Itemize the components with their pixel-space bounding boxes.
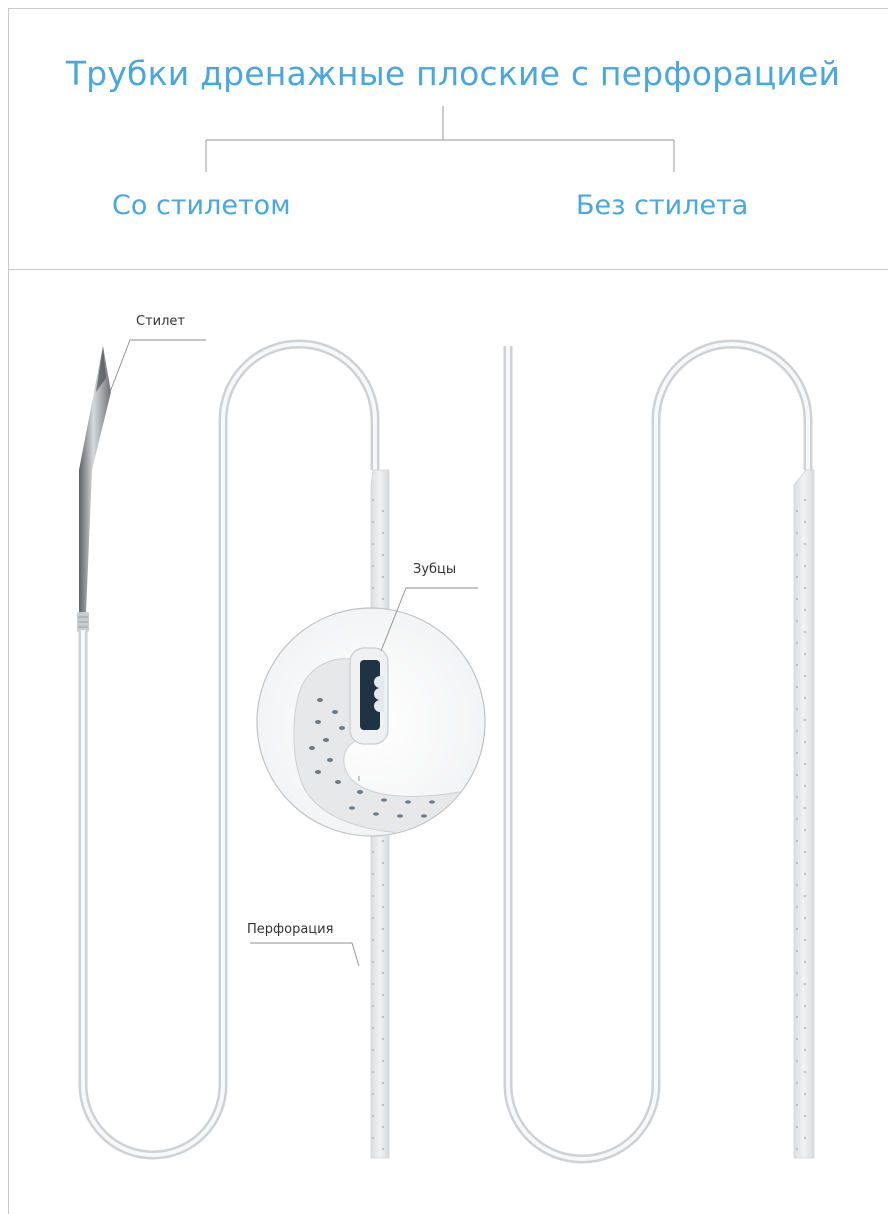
cross-section-zoom (256, 607, 486, 837)
callout-stylet: Стилет (136, 314, 185, 329)
branch-label-without-stylet: Без стилета (576, 190, 749, 221)
tube-without-stylet (503, 339, 815, 1164)
callout-perforation: Перфорация (247, 922, 334, 937)
tree-connector (205, 106, 675, 172)
stylet-needle (77, 346, 111, 632)
callout-teeth: Зубцы (413, 562, 457, 577)
diagram-canvas (77, 106, 815, 1164)
branch-label-with-stylet: Со стилетом (112, 190, 291, 221)
